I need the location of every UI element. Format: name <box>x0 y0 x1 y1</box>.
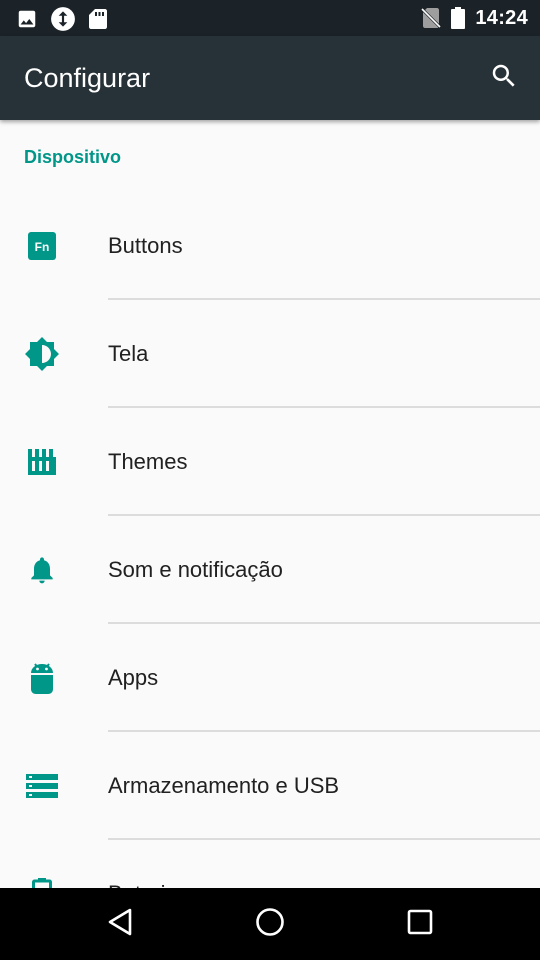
storage-icon <box>20 766 64 806</box>
image-icon <box>16 8 38 30</box>
settings-item-label: Apps <box>108 665 159 690</box>
recents-icon <box>407 909 433 940</box>
svg-text:Fn: Fn <box>35 240 50 254</box>
sd-card-icon <box>88 8 108 30</box>
settings-item-tela[interactable]: Tela <box>0 300 540 408</box>
settings-item-label: Themes <box>108 449 188 474</box>
settings-item-themes[interactable]: Themes <box>0 408 540 516</box>
app-bar: Configurar <box>0 36 540 120</box>
status-clock: 14:24 <box>475 7 528 29</box>
no-sim-icon <box>421 7 442 29</box>
navigation-bar <box>0 888 540 960</box>
settings-item-label: Bateria <box>108 880 178 888</box>
status-system-icons: 14:24 <box>421 6 528 30</box>
bell-icon <box>20 550 64 590</box>
search-icon <box>489 61 519 96</box>
brightness-icon <box>20 334 64 374</box>
android-icon <box>20 658 64 698</box>
recents-button[interactable] <box>390 902 450 946</box>
settings-item-armazenamento-e-usb[interactable]: Armazenamento e USB <box>0 732 540 840</box>
settings-item-label: Armazenamento e USB <box>108 773 340 798</box>
settings-item-label: Buttons <box>108 233 183 258</box>
settings-item-label: Som e notificação <box>108 557 283 582</box>
settings-item-apps[interactable]: Apps <box>0 624 540 732</box>
home-button[interactable] <box>240 902 300 946</box>
section-header-dispositivo: Dispositivo <box>24 147 122 167</box>
status-notification-icons <box>16 6 108 32</box>
settings-item-bateria[interactable]: Bateria <box>0 840 540 888</box>
settings-item-buttons[interactable]: Fn Buttons <box>0 192 540 300</box>
status-bar: 14:24 <box>0 0 540 36</box>
settings-item-label: Tela <box>108 341 149 366</box>
page-title: Configurar <box>24 63 151 93</box>
settings-item-som-e-notificacao[interactable]: Som e notificação <box>0 516 540 624</box>
battery-icon <box>20 874 64 888</box>
back-icon <box>106 907 134 942</box>
fn-key-icon: Fn <box>20 226 64 266</box>
sync-icon <box>50 6 76 32</box>
search-button[interactable] <box>482 56 526 100</box>
battery-icon <box>451 7 466 29</box>
themes-icon <box>20 442 64 482</box>
back-button[interactable] <box>90 902 150 946</box>
home-icon <box>255 907 285 942</box>
settings-list[interactable]: Dispositivo Fn Buttons Tela Themes Som e… <box>0 120 540 888</box>
